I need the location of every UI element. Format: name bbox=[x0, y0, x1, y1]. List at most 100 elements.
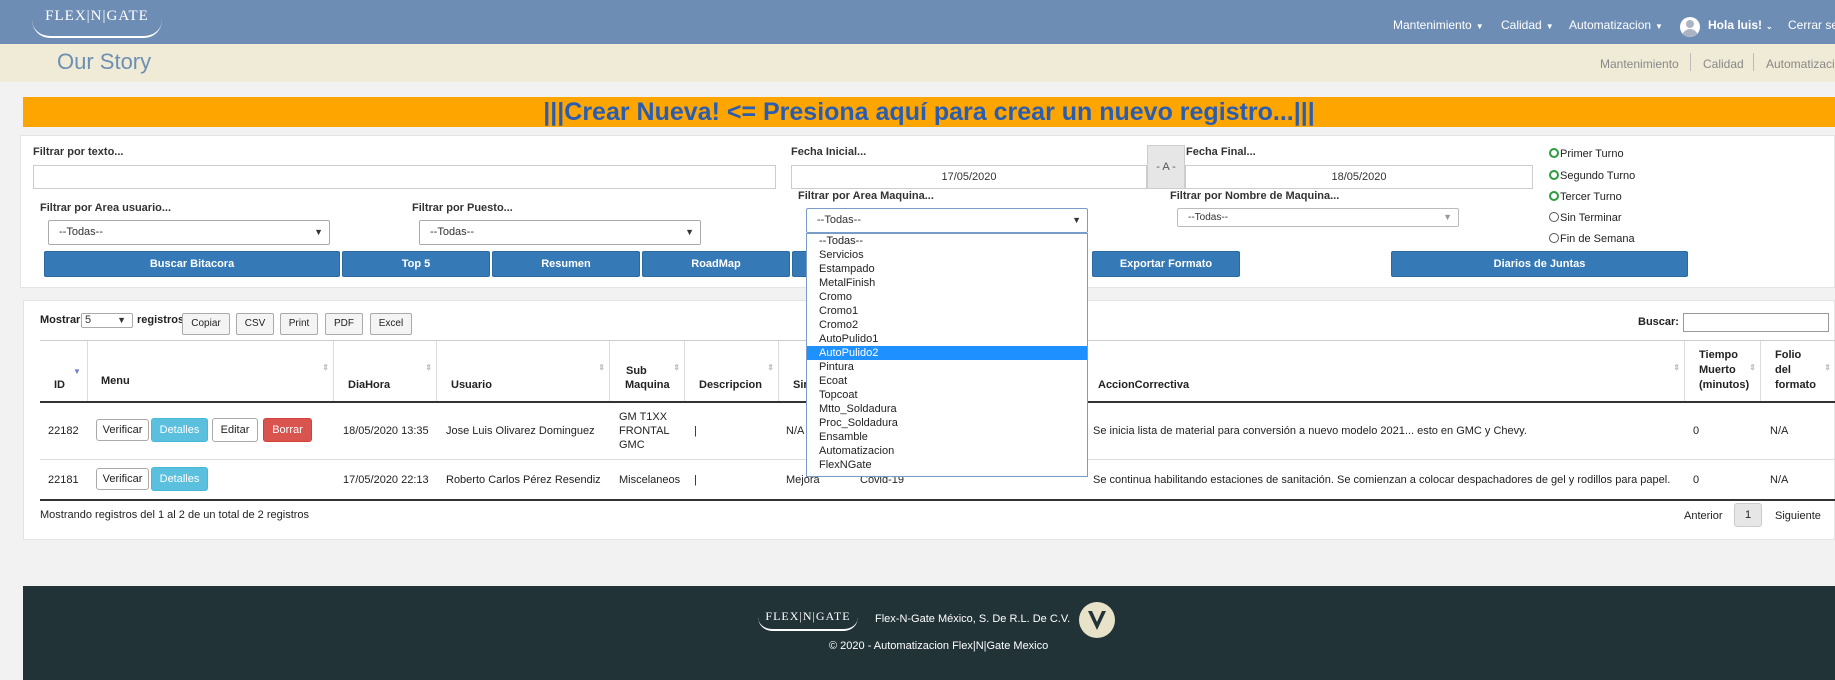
row2-descripcion: | bbox=[694, 474, 697, 486]
detalles-button[interactable]: Detalles bbox=[151, 467, 208, 491]
radio-segundo-turno[interactable]: Segundo Turno bbox=[1549, 170, 1635, 182]
header-accion[interactable]: AccionCorrectiva ⇕ bbox=[1085, 341, 1685, 401]
header-label: formato bbox=[1775, 379, 1816, 391]
row2-submaquina: Miscelaneos bbox=[619, 474, 681, 486]
fecha-inicial-input[interactable]: 17/05/2020 bbox=[791, 165, 1147, 189]
page-title: Our Story bbox=[57, 49, 152, 74]
breadcrumb-divider bbox=[1690, 53, 1691, 71]
header-tiempo-muerto[interactable]: Tiempo Muerto (minutos) ⇕ bbox=[1685, 341, 1761, 401]
user-menu[interactable]: Hola luis! ⌄ bbox=[1708, 18, 1773, 32]
create-new-banner[interactable]: |||Crear Nueva! <= Presiona aquí para cr… bbox=[23, 97, 1835, 127]
sort-icon: ⇕ bbox=[598, 363, 605, 372]
row2-diahora: 17/05/2020 22:13 bbox=[343, 474, 429, 486]
nav-menu-mantenimiento[interactable]: Mantenimiento ▼ bbox=[1393, 18, 1484, 32]
header-submaquina[interactable]: Sub Maquina ⇕ bbox=[610, 341, 685, 401]
radio-label: Tercer Turno bbox=[1560, 191, 1622, 203]
roadmap-button[interactable]: RoadMap bbox=[642, 251, 790, 277]
row2-tiempo: 0 bbox=[1693, 474, 1700, 486]
emblem-icon bbox=[1079, 602, 1115, 638]
header-id[interactable]: ID ▼ bbox=[40, 341, 88, 401]
dropdown-option[interactable]: Mtto_Soldadura bbox=[807, 402, 1087, 416]
editar-button[interactable]: Editar bbox=[212, 418, 258, 442]
emblem-v-icon bbox=[1088, 611, 1106, 630]
dropdown-option[interactable]: Proc_Soldadura bbox=[807, 416, 1087, 430]
pagination-prev[interactable]: Anterior bbox=[1684, 510, 1723, 522]
caret-down-icon: ▼ bbox=[1475, 22, 1484, 31]
puesto-select[interactable]: --Todas-- ▼ bbox=[419, 220, 701, 245]
table-search-input[interactable] bbox=[1683, 313, 1829, 332]
pagination-page-1[interactable]: 1 bbox=[1734, 503, 1762, 527]
radio-tercer-turno[interactable]: Tercer Turno bbox=[1549, 191, 1622, 203]
chevron-down-icon: ⌄ bbox=[1766, 22, 1773, 31]
radio-label: Segundo Turno bbox=[1560, 170, 1636, 182]
text-filter-input[interactable] bbox=[33, 165, 776, 189]
logo-swoosh bbox=[32, 20, 162, 38]
dropdown-option[interactable]: --Todas-- bbox=[807, 234, 1087, 248]
breadcrumb-divider bbox=[1753, 53, 1754, 71]
header-diahora[interactable]: DiaHora ⇕ bbox=[334, 341, 437, 401]
header-folio[interactable]: Folio del formato ⇕ bbox=[1761, 341, 1835, 401]
csv-button[interactable]: CSV bbox=[236, 313, 274, 335]
fecha-final-label: Fecha Final... bbox=[1186, 146, 1256, 158]
nombre-maquina-select[interactable]: --Todas-- ▼ bbox=[1177, 208, 1459, 227]
radio-primer-turno[interactable]: Primer Turno bbox=[1549, 148, 1624, 160]
user-avatar-icon[interactable] bbox=[1680, 17, 1700, 37]
puesto-label: Filtrar por Puesto... bbox=[412, 202, 513, 214]
dropdown-option[interactable]: FlexNGate bbox=[807, 458, 1087, 472]
header-label: Muerto bbox=[1699, 364, 1736, 376]
breadcrumb-automatizacion[interactable]: Automatizacio bbox=[1766, 57, 1835, 71]
show-entries-select[interactable]: 5 ▼ bbox=[81, 313, 133, 328]
area-maquina-dropdown-list[interactable]: --Todas-- Servicios Estampado MetalFinis… bbox=[806, 233, 1088, 477]
dropdown-option[interactable]: Ecoat bbox=[807, 374, 1087, 388]
copy-button[interactable]: Copiar bbox=[182, 313, 230, 335]
dropdown-option[interactable]: Cromo bbox=[807, 290, 1087, 304]
dropdown-option[interactable]: Ensamble bbox=[807, 430, 1087, 444]
dropdown-option[interactable]: Pintura bbox=[807, 360, 1087, 374]
radio-fin-de-semana[interactable]: Fin de Semana bbox=[1549, 233, 1635, 245]
area-maquina-select[interactable]: --Todas-- ▼ bbox=[806, 208, 1088, 233]
fecha-final-input[interactable]: 18/05/2020 bbox=[1185, 165, 1533, 189]
breadcrumb-calidad[interactable]: Calidad bbox=[1703, 57, 1744, 71]
area-usuario-select[interactable]: --Todas-- ▼ bbox=[48, 220, 330, 245]
excel-button[interactable]: Excel bbox=[370, 313, 412, 335]
top5-button[interactable]: Top 5 bbox=[342, 251, 490, 277]
dropdown-option[interactable]: MetalFinish bbox=[807, 276, 1087, 290]
header-menu[interactable]: Menu ⇕ bbox=[88, 341, 334, 401]
table-info: Mostrando registros del 1 al 2 de un tot… bbox=[40, 509, 310, 521]
dropdown-option[interactable]: Topcoat bbox=[807, 388, 1087, 402]
verificar-button[interactable]: Verificar bbox=[96, 468, 149, 490]
sort-icon: ⇕ bbox=[425, 363, 432, 372]
header-usuario[interactable]: Usuario ⇕ bbox=[437, 341, 610, 401]
print-button[interactable]: Print bbox=[280, 313, 318, 335]
verificar-button[interactable]: Verificar bbox=[96, 419, 149, 441]
dropdown-option[interactable]: Cromo2 bbox=[807, 318, 1087, 332]
radio-sin-terminar[interactable]: Sin Terminar bbox=[1549, 212, 1622, 224]
header-label: (minutos) bbox=[1699, 379, 1750, 391]
header-label: Maquina bbox=[625, 379, 670, 391]
buscar-bitacora-button[interactable]: Buscar Bitacora bbox=[44, 251, 340, 277]
caret-down-icon: ▼ bbox=[117, 315, 126, 325]
user-greeting: Hola luis! bbox=[1708, 18, 1763, 32]
dropdown-option[interactable]: Automatizacion bbox=[807, 444, 1087, 458]
logout-link[interactable]: Cerrar ses bbox=[1788, 18, 1835, 32]
pdf-button[interactable]: PDF bbox=[325, 313, 363, 335]
header-label: Menu bbox=[101, 375, 130, 387]
exportar-formato-button[interactable]: Exportar Formato bbox=[1092, 251, 1240, 277]
radio-circle-icon bbox=[1549, 212, 1559, 222]
dropdown-option[interactable]: Cromo1 bbox=[807, 304, 1087, 318]
footer-logo: FLEX|N|GATE bbox=[756, 608, 860, 632]
diarios-juntas-button[interactable]: Diarios de Juntas bbox=[1391, 251, 1688, 277]
header-descripcion[interactable]: Descripcion ⇕ bbox=[685, 341, 779, 401]
detalles-button[interactable]: Detalles bbox=[151, 418, 208, 442]
dropdown-option[interactable]: AutoPulido1 bbox=[807, 332, 1087, 346]
breadcrumb-mantenimiento[interactable]: Mantenimiento bbox=[1600, 57, 1679, 71]
pagination-next[interactable]: Siguiente bbox=[1775, 510, 1821, 522]
dropdown-option[interactable]: Estampado bbox=[807, 262, 1087, 276]
borrar-button[interactable]: Borrar bbox=[263, 418, 312, 442]
resumen-button[interactable]: Resumen bbox=[492, 251, 640, 277]
brand-logo[interactable]: FLEX|N|GATE bbox=[30, 6, 164, 38]
nav-menu-calidad[interactable]: Calidad ▼ bbox=[1501, 18, 1554, 32]
dropdown-option[interactable]: Servicios bbox=[807, 248, 1087, 262]
nav-menu-automatizacion[interactable]: Automatizacion ▼ bbox=[1569, 18, 1663, 32]
dropdown-option-highlighted[interactable]: AutoPulido2 bbox=[807, 346, 1087, 360]
